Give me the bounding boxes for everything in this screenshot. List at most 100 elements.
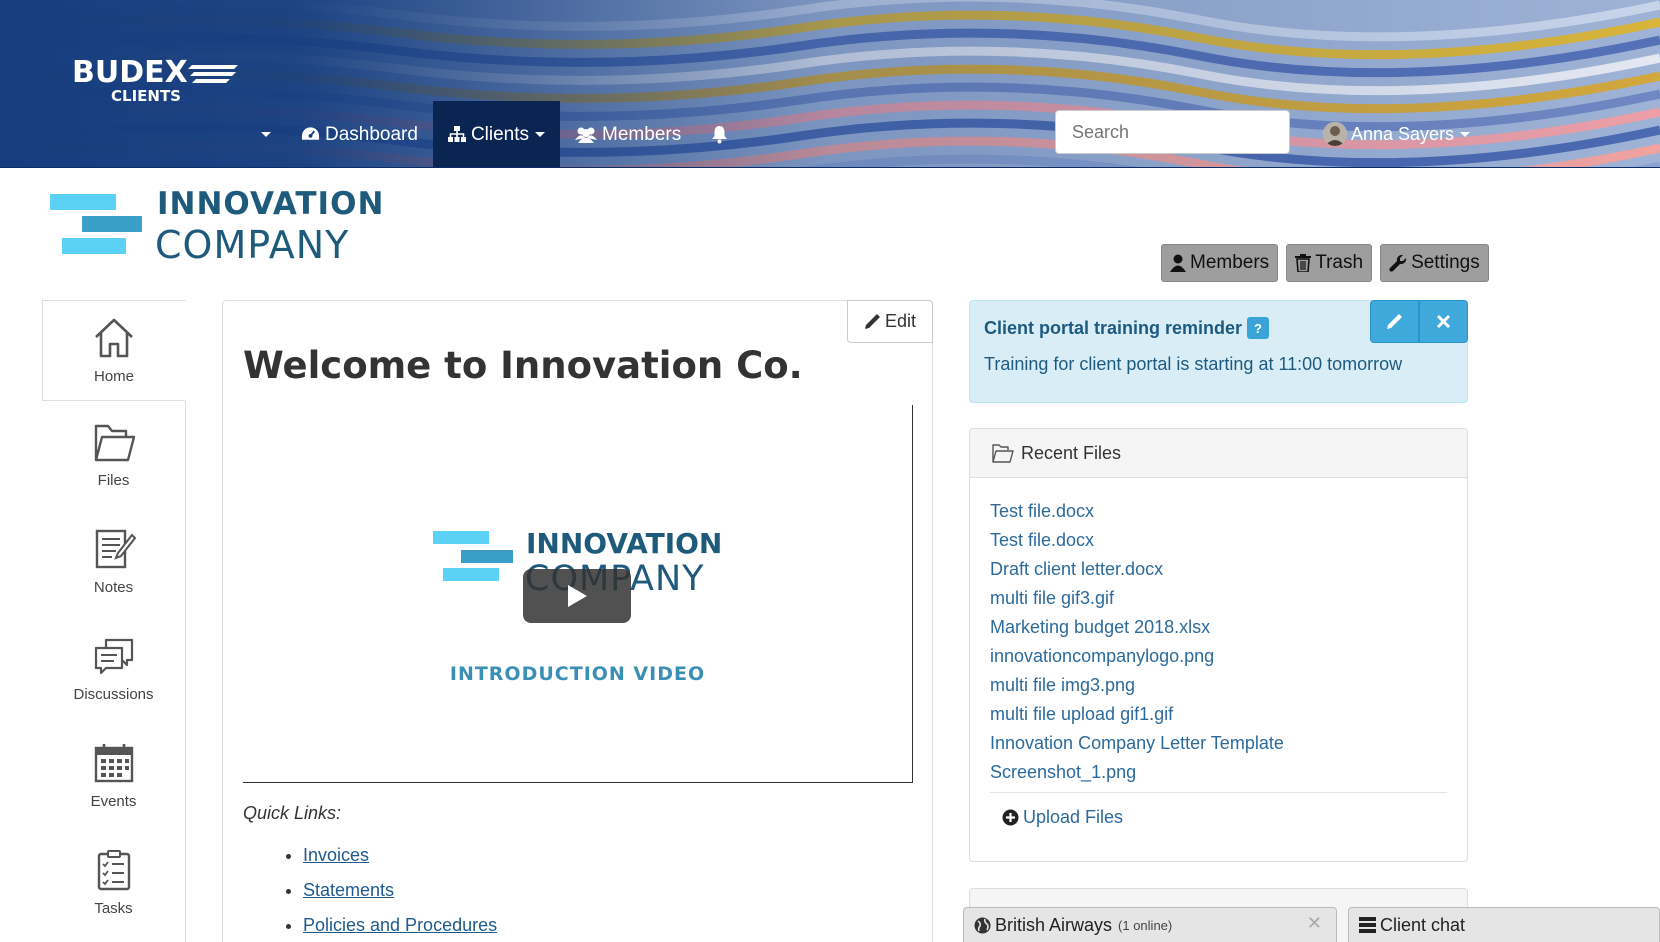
divider — [990, 792, 1447, 793]
recent-files-header: Recent Files — [970, 429, 1467, 478]
company-logo-line1: INNOVATION — [157, 186, 385, 222]
workspace-actions: Members Trash Settings — [1161, 244, 1489, 282]
sidebar-item-home[interactable]: Home — [42, 300, 186, 401]
file-link[interactable]: multi file upload gif1.gif — [990, 700, 1284, 729]
file-link[interactable]: Test file.docx — [990, 526, 1284, 555]
sidebar-item-tasks[interactable]: Tasks — [42, 829, 185, 936]
calendar-icon — [94, 744, 133, 783]
welcome-panel: Edit Welcome to Innovation Co. INNOVATIO… — [222, 300, 933, 942]
sidebar-item-label: Discussions — [73, 686, 154, 703]
nav-clients[interactable]: Clients — [432, 101, 561, 167]
group-chat-status: (1 online) — [1118, 917, 1173, 933]
upload-files-link[interactable]: Upload Files — [1002, 807, 1123, 828]
sidebar-item-events[interactable]: Events — [42, 722, 185, 829]
company-logo-line2: COMPANY — [155, 223, 350, 267]
user-menu[interactable]: Anna Sayers — [1323, 122, 1471, 146]
quick-link-invoices[interactable]: Invoices — [303, 845, 369, 865]
trash-button[interactable]: Trash — [1286, 244, 1373, 282]
members-button[interactable]: Members — [1161, 244, 1279, 282]
discussions-icon — [94, 638, 133, 675]
video-caption: INTRODUCTION VIDEO — [449, 663, 706, 685]
folder-open-icon — [992, 443, 1014, 463]
plus-circle-icon — [1002, 809, 1019, 826]
pencil-icon — [864, 313, 881, 330]
sidebar-item-label: Notes — [93, 579, 134, 596]
trash-button-label: Trash — [1315, 252, 1364, 273]
brand-sub: CLIENTS — [111, 87, 181, 105]
video-logo-line1: INNOVATION — [526, 527, 723, 560]
quick-links-list: Invoices Statements Policies and Procedu… — [303, 845, 497, 942]
brand-main: BUDEX — [72, 55, 188, 90]
file-link[interactable]: Draft client letter.docx — [990, 555, 1284, 584]
close-icon[interactable]: ✕ — [1307, 913, 1322, 934]
group-chat-tab[interactable]: British Airways (1 online) ✕ — [963, 907, 1337, 942]
wrench-icon — [1389, 254, 1407, 272]
sidebar-item-label: Tasks — [94, 900, 133, 917]
sidebar-item-discussions[interactable]: Discussions — [42, 615, 185, 722]
main-nav: Dashboard Clients Members — [240, 101, 748, 167]
dashboard-gauge-icon — [301, 126, 320, 143]
brand-stripes-icon — [188, 65, 238, 83]
play-button[interactable] — [523, 569, 631, 623]
edit-button-label: Edit — [884, 311, 917, 331]
sidebar-item-label: Files — [97, 472, 130, 489]
upload-files-label: Upload Files — [1023, 807, 1124, 827]
quick-link-statements[interactable]: Statements — [303, 880, 394, 900]
top-header: BUDEX CLIENTS Dashboard Clients Members … — [0, 0, 1660, 168]
recent-files-list: Test file.docx Test file.docx Draft clie… — [990, 497, 1284, 787]
globe-icon — [974, 917, 991, 934]
nav-notifications[interactable] — [696, 101, 748, 167]
avatar — [1323, 122, 1347, 146]
home-icon — [95, 318, 133, 358]
sidebar-item-label: Events — [90, 793, 137, 810]
settings-button[interactable]: Settings — [1380, 244, 1489, 282]
sidebar-item-files[interactable]: Files — [42, 401, 185, 508]
file-link[interactable]: Test file.docx — [990, 497, 1284, 526]
training-notice: Client portal training reminder ? Traini… — [969, 300, 1468, 403]
group-chat-name: British Airways — [995, 914, 1113, 935]
quick-link-policies[interactable]: Policies and Procedures — [303, 915, 497, 935]
folder-icon — [94, 424, 135, 462]
notice-text: Training for client portal is starting a… — [984, 354, 1403, 374]
intro-video[interactable]: INNOVATION COMPANY INTRODUCTION VIDEO — [243, 405, 913, 783]
caret-down-icon — [1460, 131, 1471, 137]
file-link[interactable]: multi file img3.png — [990, 671, 1284, 700]
notice-actions — [1370, 300, 1468, 343]
notice-edit-button[interactable] — [1370, 300, 1419, 343]
notice-title: Client portal training reminder — [984, 317, 1243, 338]
page-title: Welcome to Innovation Co. — [243, 344, 803, 387]
recent-files-panel: Recent Files Test file.docx Test file.do… — [969, 428, 1468, 862]
caret-down-icon — [261, 132, 271, 137]
company-logo: INNOVATION COMPANY — [50, 186, 383, 267]
close-icon — [1436, 314, 1451, 329]
caret-down-icon — [535, 132, 546, 137]
notice-title-row: Client portal training reminder ? — [984, 317, 1270, 339]
file-link[interactable]: multi file gif3.gif — [990, 584, 1284, 613]
user-icon — [1170, 254, 1186, 272]
edit-button[interactable]: Edit — [847, 300, 933, 343]
list-icon — [1359, 917, 1376, 933]
notice-close-button[interactable] — [1419, 300, 1468, 343]
search-input[interactable] — [1055, 110, 1290, 154]
quick-links-label: Quick Links: — [243, 803, 342, 823]
nav-dropdown-toggle[interactable] — [240, 101, 286, 167]
budex-logo[interactable]: BUDEX CLIENTS — [72, 55, 238, 105]
users-icon — [575, 126, 598, 143]
file-link[interactable]: Innovation Company Letter Template — [990, 729, 1284, 758]
bell-icon — [711, 125, 728, 144]
sidebar-item-label: Home — [93, 368, 134, 385]
file-link[interactable]: innovationcompanylogo.png — [990, 642, 1284, 671]
list-item: Statements — [303, 880, 497, 901]
list-item: Policies and Procedures — [303, 915, 497, 936]
nav-dashboard[interactable]: Dashboard — [286, 101, 433, 167]
file-link[interactable]: Marketing budget 2018.xlsx — [990, 613, 1284, 642]
nav-members[interactable]: Members — [560, 101, 696, 167]
members-button-label: Members — [1190, 252, 1270, 273]
client-chat-tab[interactable]: Client chat — [1348, 907, 1660, 942]
help-badge[interactable]: ? — [1247, 317, 1270, 339]
client-chat-label: Client chat — [1380, 914, 1466, 935]
sitemap-icon — [447, 126, 466, 143]
sidebar-item-notes[interactable]: Notes — [42, 508, 185, 615]
nav-members-label: Members — [602, 123, 682, 145]
file-link[interactable]: Screenshot_1.png — [990, 758, 1284, 787]
